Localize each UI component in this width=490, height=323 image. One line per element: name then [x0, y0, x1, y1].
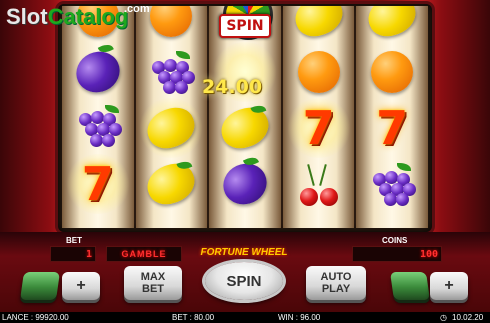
- symbol-spin: SPIN: [209, 6, 281, 44]
- symbol-cherries: [283, 156, 355, 212]
- reel-2: [135, 6, 208, 228]
- coins-plus-button[interactable]: +: [430, 272, 468, 300]
- max-bet-button[interactable]: MAX BET: [124, 266, 182, 300]
- reel-3: SPIN: [209, 6, 281, 228]
- site-logo: SlotCatalog: [6, 4, 129, 29]
- symbol-orange: [283, 44, 355, 100]
- reel-5: 7: [356, 6, 428, 228]
- bet-label: BET: [66, 236, 82, 245]
- reel-1: 7: [62, 6, 134, 228]
- reel-4: 7: [282, 6, 355, 228]
- symbol-lemon: [356, 6, 428, 44]
- symbol-plum: [62, 41, 134, 100]
- symbol-lemon: [136, 98, 208, 158]
- symbol-seven: 7: [283, 98, 355, 158]
- bet-display: 1: [50, 246, 96, 262]
- symbol-grapes: [356, 156, 428, 212]
- symbol-grapes: [136, 44, 208, 100]
- site-logo-suffix: .com: [124, 3, 150, 15]
- symbol-seven: 7: [62, 154, 134, 214]
- fortune-wheel-logo: FORTUNE WHEEL: [200, 246, 288, 258]
- bet-minus-button[interactable]: [20, 272, 60, 300]
- symbol-lemon: [136, 156, 208, 212]
- bet-readout: BET : 80.00: [172, 313, 215, 322]
- max-bet-label-1: MAX: [140, 271, 166, 283]
- spin-button[interactable]: SPIN: [205, 262, 283, 300]
- symbol-lemon: [283, 6, 355, 44]
- max-bet-label-2: BET: [142, 283, 164, 295]
- auto-play-label-2: PLAY: [321, 283, 351, 295]
- clock-icon: ◷: [440, 313, 447, 322]
- coins-label: COINS: [382, 236, 408, 245]
- win-amount: 24.00: [201, 76, 263, 98]
- gamble-button[interactable]: GAMBLE: [106, 246, 182, 262]
- symbol-orange: [356, 44, 428, 100]
- symbol-lemon: [209, 100, 281, 156]
- win-readout: WIN : 96.00: [278, 313, 321, 322]
- auto-play-button[interactable]: AUTO PLAY: [306, 266, 366, 300]
- balance-readout: LANCE : 99920.00: [2, 313, 69, 322]
- symbol-plum: [209, 154, 281, 212]
- bet-plus-button[interactable]: +: [62, 272, 100, 300]
- symbol-grapes: [62, 100, 134, 156]
- coins-display: 100: [352, 246, 442, 262]
- reels-area: 7 SPIN 7 7: [62, 6, 428, 228]
- coins-minus-button[interactable]: [390, 272, 430, 300]
- auto-play-label-1: AUTO: [320, 271, 352, 283]
- status-bar: LANCE : 99920.00 BET : 80.00 WIN : 96.00…: [0, 312, 490, 323]
- time-readout: 10.02.20: [452, 313, 484, 322]
- symbol-seven: 7: [376, 101, 409, 155]
